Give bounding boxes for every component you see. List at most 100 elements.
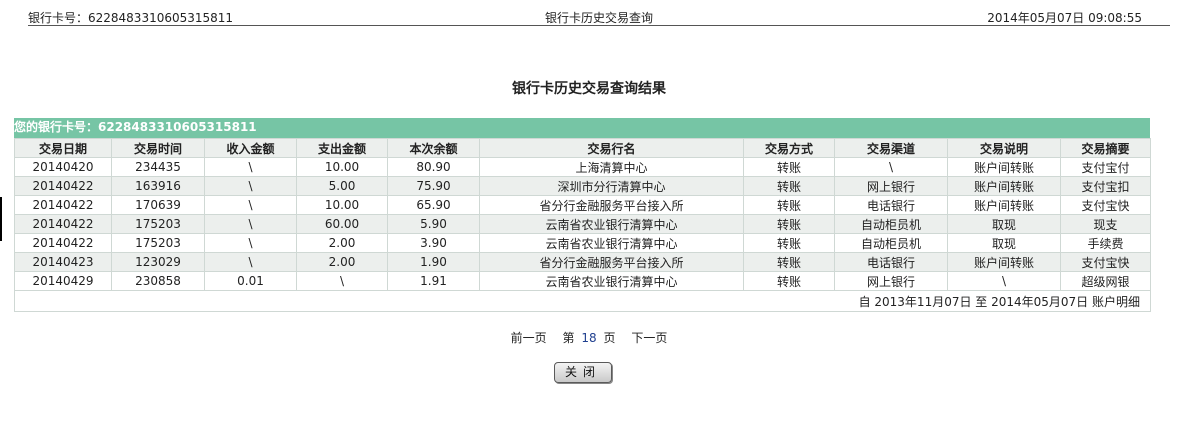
prev-page-link[interactable]: 前一页 [511, 331, 547, 345]
table-cell: 80.90 [387, 157, 480, 177]
table-cell: 5.90 [387, 214, 480, 234]
close-button[interactable]: 关闭 [554, 362, 612, 383]
table-cell: 5.00 [296, 176, 388, 196]
table-cell: \ [204, 233, 297, 253]
table-cell: 75.90 [387, 176, 480, 196]
table-cell: 省分行金融服务平台接入所 [479, 195, 744, 215]
column-header: 收入金额 [204, 138, 297, 158]
table-header-row: 交易日期 交易时间 收入金额 支出金额 本次余额 交易行名 交易方式 交易渠道 交易说明 交易摘要 [14, 138, 1151, 158]
table-cell: \ [204, 176, 297, 196]
table-cell: 1.90 [387, 252, 480, 272]
table-cell: \ [204, 214, 297, 234]
table-cell: 65.90 [387, 195, 480, 215]
table-cell: 云南省农业银行清算中心 [479, 233, 744, 253]
table-cell: 20140429 [14, 271, 112, 291]
table-cell: 230858 [111, 271, 205, 291]
page-number: 18 [581, 331, 597, 345]
table-cell: 123029 [111, 252, 205, 272]
table-row: 20140422 175203 \ 60.00 5.90 云南省农业银行清算中心 转账 自动柜… [14, 214, 1151, 234]
column-header: 支出金额 [296, 138, 388, 158]
table-cell: 省分行金融服务平台接入所 [479, 252, 744, 272]
table-body: 20140420 234435 \ 10.00 80.90 上海清算中心 转账 \ 账户间转账支… [14, 157, 1151, 291]
table-cell: 1.91 [387, 271, 480, 291]
table-cell: 10.00 [296, 195, 388, 215]
table-cell: 账户间转账 [947, 195, 1061, 215]
table-cell: 电话银行 [834, 252, 948, 272]
table-cell: 现支 [1060, 214, 1151, 234]
table-cell: 2.00 [296, 233, 388, 253]
table-row: 20140420 234435 \ 10.00 80.90 上海清算中心 转账 \ 账户间转账支… [14, 157, 1151, 177]
table-cell: 云南省农业银行清算中心 [479, 271, 744, 291]
table-cell: 电话银行 [834, 195, 948, 215]
table-cell: 自动柜员机 [834, 233, 948, 253]
table-cell: 170639 [111, 195, 205, 215]
column-header: 交易摘要 [1060, 138, 1151, 158]
next-page-link[interactable]: 下一页 [631, 331, 667, 345]
table-cell: 20140423 [14, 252, 112, 272]
table-cell: 175203 [111, 214, 205, 234]
table-cell: 上海清算中心 [479, 157, 744, 177]
column-header: 本次余额 [387, 138, 480, 158]
table-cell: \ [204, 195, 297, 215]
table-cell: 网上银行 [834, 176, 948, 196]
table-cell: 支付宝付 [1060, 157, 1151, 177]
table-cell: \ [834, 157, 948, 177]
table-row: 20140422 163916 \ 5.00 75.90 深圳市分行清算中心 转账 网上银行账… [14, 176, 1151, 196]
page-indicator: 第 18 页 [563, 331, 616, 345]
table-cell: 支付宝扣 [1060, 176, 1151, 196]
table-cell: \ [296, 271, 388, 291]
table-cell: 20140422 [14, 176, 112, 196]
table-cell: 20140422 [14, 214, 112, 234]
left-edge-marker [0, 197, 2, 241]
table-row: 20140422 175203 \ 2.00 3.90 云南省农业银行清算中心 转账 自动柜员… [14, 233, 1151, 253]
table-cell: 转账 [743, 157, 835, 177]
table-cell: 转账 [743, 195, 835, 215]
table-cell: 60.00 [296, 214, 388, 234]
header-datetime: 2014年05月07日 09:08:55 [987, 11, 1142, 25]
table-summary-row: 自 2013年11月07日 至 2014年05月07日 账户明细 [14, 290, 1151, 312]
page-prefix: 第 [562, 331, 575, 345]
card-number-bar: 您的银行卡号：6228483310605315811 [14, 118, 1150, 138]
table-cell: 账户间转账 [947, 252, 1061, 272]
table-cell: \ [204, 157, 297, 177]
column-header: 交易日期 [14, 138, 112, 158]
table-cell: 超级网银 [1060, 271, 1151, 291]
table-cell: 163916 [111, 176, 205, 196]
table-cell: 20140422 [14, 233, 112, 253]
table-row: 20140423 123029 \ 2.00 1.90 省分行金融服务平台接入所 转账 电话银… [14, 252, 1151, 272]
column-header: 交易方式 [743, 138, 835, 158]
table-cell: 20140422 [14, 195, 112, 215]
table-cell: 转账 [743, 271, 835, 291]
transactions-table: 交易日期 交易时间 收入金额 支出金额 本次余额 交易行名 交易方式 交易渠道 交易说明 交易摘要… [14, 138, 1151, 312]
table-cell: 2.00 [296, 252, 388, 272]
table-cell: 云南省农业银行清算中心 [479, 214, 744, 234]
column-header: 交易时间 [111, 138, 205, 158]
table-cell: 转账 [743, 214, 835, 234]
table-cell: 账户间转账 [947, 176, 1061, 196]
table-row: 20140429 230858 0.01 \ 1.91 云南省农业银行清算中心 转账 网上银行… [14, 271, 1151, 291]
table-cell: 转账 [743, 252, 835, 272]
table-cell: 175203 [111, 233, 205, 253]
table-cell: 支付宝快 [1060, 252, 1151, 272]
table-cell: 234435 [111, 157, 205, 177]
table-cell: 网上银行 [834, 271, 948, 291]
summary-text: 自 2013年11月07日 至 2014年05月07日 账户明细 [14, 290, 1151, 312]
table-cell: 取现 [947, 233, 1061, 253]
table-row: 20140422 170639 \ 10.00 65.90 省分行金融服务平台接入所 转账电… [14, 195, 1151, 215]
pagination: 前一页 第 18 页 下一页 [0, 329, 1178, 346]
table-cell: 自动柜员机 [834, 214, 948, 234]
page-title: 银行卡历史交易查询结果 [512, 81, 666, 97]
page-suffix: 页 [603, 331, 616, 345]
table-cell: \ [204, 252, 297, 272]
column-header: 交易行名 [479, 138, 744, 158]
table-cell: 深圳市分行清算中心 [479, 176, 744, 196]
table-cell: 转账 [743, 233, 835, 253]
column-header: 交易渠道 [834, 138, 948, 158]
top-bar: 银行卡号：6228483310605315811 银行卡历史交易查询 2014年… [28, 6, 1170, 26]
column-header: 交易说明 [947, 138, 1061, 158]
table-cell: 转账 [743, 176, 835, 196]
table-cell: 支付宝快 [1060, 195, 1151, 215]
table-cell: 取现 [947, 214, 1061, 234]
table-cell: 20140420 [14, 157, 112, 177]
table-cell: 10.00 [296, 157, 388, 177]
